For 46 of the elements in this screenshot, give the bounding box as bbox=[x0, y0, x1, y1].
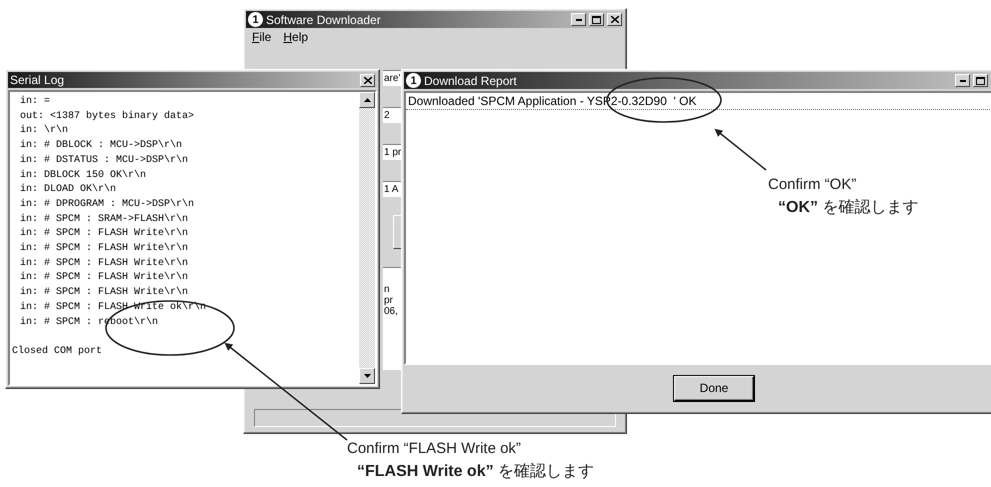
scrollbar[interactable] bbox=[359, 92, 375, 384]
minimize-button[interactable] bbox=[571, 13, 586, 26]
log-line: in: # DSTATUS : MCU->DSP\r\n bbox=[19, 154, 190, 168]
log-line: in: # SPCM : FLASH Write\r\n bbox=[19, 286, 190, 300]
list-text: n bbox=[384, 284, 391, 295]
annotation-text: “FLASH Write ok” を確認します bbox=[356, 462, 594, 482]
close-button[interactable] bbox=[360, 74, 375, 86]
scroll-down-icon bbox=[364, 374, 370, 378]
maximize-icon bbox=[976, 76, 985, 84]
maximize-button[interactable] bbox=[589, 13, 604, 26]
log-line: in: DBLOCK 150 OK\r\n bbox=[19, 168, 148, 183]
minimize-button[interactable] bbox=[955, 74, 970, 87]
close-button[interactable] bbox=[607, 13, 622, 26]
list-text: 06, bbox=[384, 306, 399, 317]
window-title: Download Report bbox=[424, 74, 517, 88]
app-logo: 1 bbox=[248, 12, 263, 27]
log-line: in: # DPROGRAM : MCU->DSP\r\n bbox=[19, 198, 196, 212]
log-line: in: # SPCM : FLASH Write\r\n bbox=[19, 227, 190, 242]
close-icon bbox=[610, 16, 618, 23]
log-line: in: = bbox=[19, 95, 52, 109]
minimize-icon bbox=[576, 18, 582, 20]
menu-item[interactable]: File bbox=[252, 30, 272, 44]
log-line: Closed COM port bbox=[12, 344, 104, 359]
app-logo: 1 bbox=[406, 73, 421, 88]
annotation-text: “OK” を確認します bbox=[777, 198, 918, 218]
maximize-button[interactable] bbox=[973, 74, 988, 87]
window-title: Serial Log bbox=[10, 73, 64, 87]
log-line: out: <1387 bytes binary data> bbox=[19, 110, 196, 124]
minimize-icon bbox=[960, 80, 966, 82]
log-line: in: # SPCM : SRAM->FLASH\r\n bbox=[19, 212, 190, 227]
close-icon bbox=[364, 76, 372, 84]
log-line: in: DLOAD OK\r\n bbox=[19, 183, 118, 198]
leader-arrow bbox=[714, 128, 766, 171]
log-line: in: # SPCM : FLASH Write\r\n bbox=[19, 271, 190, 286]
log-line: in: # DBLOCK : MCU->DSP\r\n bbox=[19, 139, 184, 154]
log-line: in: # SPCM : FLASH Write\r\n bbox=[19, 242, 190, 256]
window-title: Software Downloader bbox=[266, 12, 381, 26]
scroll-up-icon bbox=[364, 98, 370, 102]
annotation-text: Confirm “OK” bbox=[768, 176, 858, 193]
list-text: pr bbox=[384, 295, 394, 306]
menu-item[interactable]: Help bbox=[283, 30, 308, 44]
log-line: in: # SPCM : FLASH Write\r\n bbox=[19, 256, 190, 271]
annotation-text: Confirm “FLASH Write ok” bbox=[347, 440, 522, 457]
log-line: in: \r\n bbox=[19, 124, 70, 138]
maximize-icon bbox=[592, 16, 601, 24]
done-button[interactable]: Done bbox=[674, 376, 754, 400]
